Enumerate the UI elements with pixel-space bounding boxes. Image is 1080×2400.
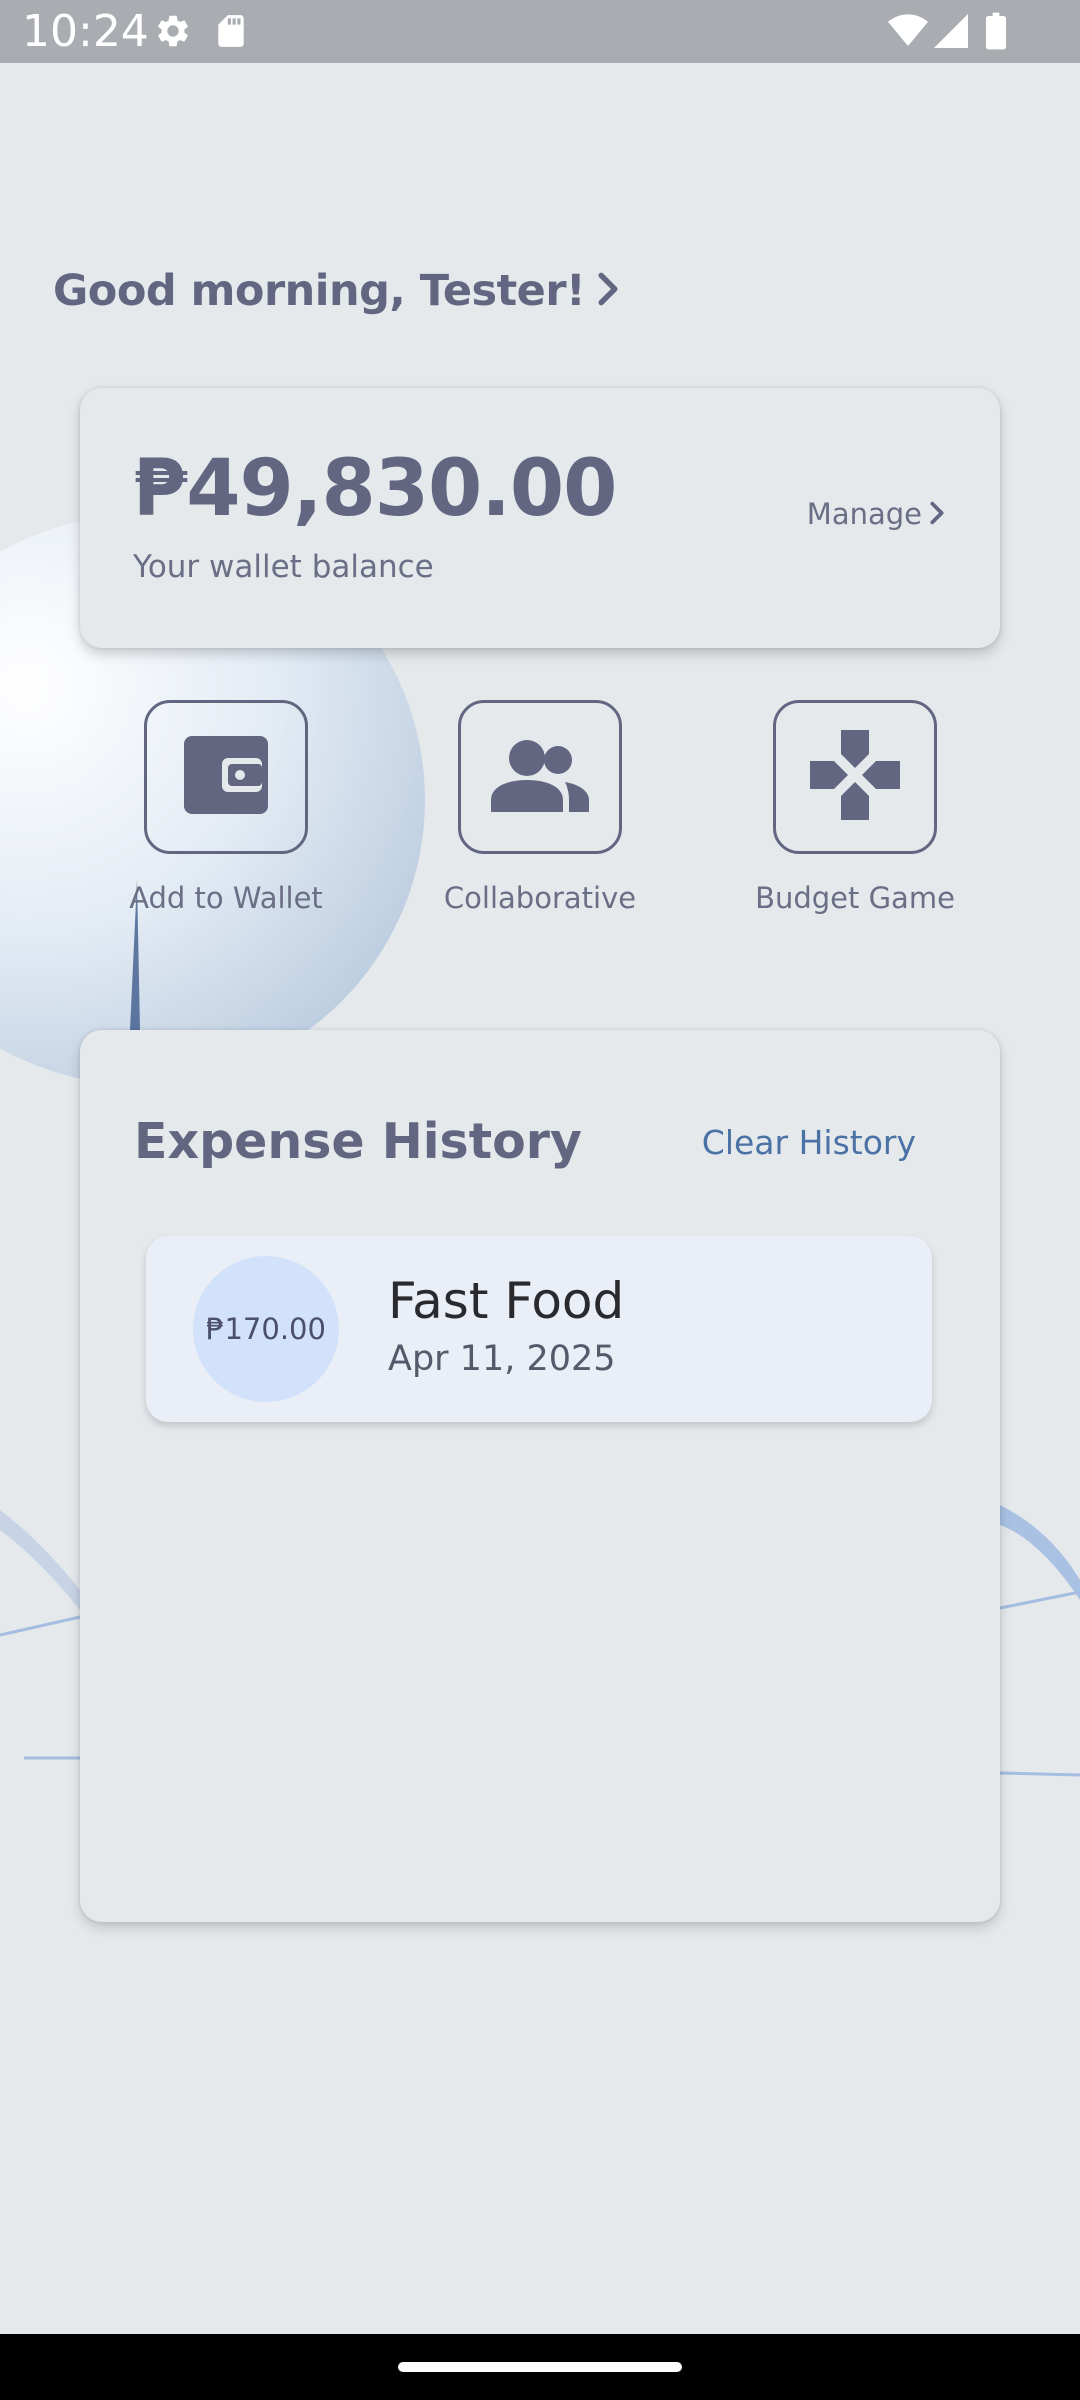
add-to-wallet-button[interactable]: Add to Wallet <box>106 700 346 913</box>
budget-game-label: Budget Game <box>755 881 955 915</box>
settings-icon <box>154 12 192 54</box>
status-bar: 10:24 <box>0 0 1080 63</box>
expense-history-card: Expense History Clear History ₱170.00 Fa… <box>80 1030 1000 1922</box>
wallet-balance: ₱49,830.00 <box>133 444 617 534</box>
greeting-text: Good morning, Tester! <box>53 266 586 316</box>
sd-card-icon <box>214 12 248 54</box>
people-icon <box>491 738 589 816</box>
home-gesture-handle[interactable] <box>398 2362 682 2372</box>
add-to-wallet-label: Add to Wallet <box>129 881 323 915</box>
status-time: 10:24 <box>22 6 149 57</box>
expense-history-title: Expense History <box>134 1113 582 1170</box>
collaborative-label: Collaborative <box>443 881 637 915</box>
wallet-card: ₱49,830.00 Your wallet balance Manage <box>80 388 1000 648</box>
expense-date: Apr 11, 2025 <box>388 1339 616 1379</box>
expense-list-item[interactable]: ₱170.00 Fast Food Apr 11, 2025 <box>146 1236 932 1422</box>
wallet-balance-label: Your wallet balance <box>133 549 434 585</box>
battery-icon <box>986 12 1006 54</box>
collaborative-button[interactable]: Collaborative <box>420 700 660 913</box>
wallet-icon <box>184 736 268 818</box>
gamepad-icon <box>810 730 900 824</box>
manage-button[interactable]: Manage <box>807 500 944 529</box>
add-to-wallet-icon-box <box>144 700 308 854</box>
expense-name: Fast Food <box>388 1272 625 1330</box>
wifi-icon <box>888 14 928 52</box>
signal-icon <box>934 14 968 52</box>
expense-amount: ₱170.00 <box>206 1311 326 1346</box>
budget-game-icon-box <box>773 700 937 854</box>
chevron-right-icon <box>930 501 944 529</box>
manage-label: Manage <box>806 497 922 531</box>
greeting-link[interactable]: Good morning, Tester! <box>53 256 619 326</box>
chevron-right-icon <box>597 272 619 310</box>
budget-game-button[interactable]: Budget Game <box>735 700 975 913</box>
clear-history-button[interactable]: Clear History <box>702 1126 916 1159</box>
expense-amount-badge: ₱170.00 <box>193 1256 339 1402</box>
collaborative-icon-box <box>458 700 622 854</box>
